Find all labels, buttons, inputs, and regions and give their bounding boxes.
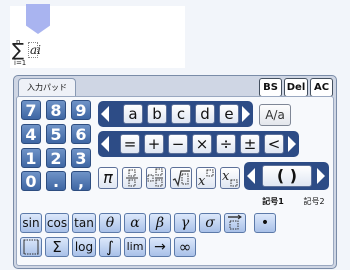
key-log[interactable]: log [72,237,96,257]
key-0[interactable]: 0 [21,171,41,191]
key-comma[interactable]: , [71,171,91,191]
key-equals[interactable]: = [120,134,140,154]
key-6[interactable]: 6 [71,124,91,144]
key-alpha[interactable]: α [124,213,146,233]
overline-template-icon[interactable] [224,213,246,233]
backspace-button[interactable]: BS [259,78,282,97]
operators-right-arrow-icon[interactable] [288,136,296,152]
sum-lower-limit: i=1 [14,59,27,67]
key-e[interactable]: e [219,104,239,124]
letters-left-arrow-icon[interactable] [101,106,109,122]
sum-symbol: ∑ [12,40,25,61]
key-2[interactable]: 2 [46,148,66,168]
key-theta[interactable]: θ [99,213,121,233]
key-plus[interactable]: + [144,134,164,154]
svg-text:x: x [222,169,230,184]
key-b[interactable]: b [147,104,167,124]
key-pi[interactable]: π [98,167,118,189]
key-minus[interactable]: − [168,134,188,154]
cursor-marker-icon [26,4,50,34]
square-root-template-icon[interactable] [170,167,192,189]
key-limit[interactable]: lim [124,237,146,257]
parentheses-right-arrow-icon[interactable] [317,168,325,184]
letters-right-arrow-icon[interactable] [242,106,250,122]
key-beta[interactable]: β [149,213,171,233]
power-template-icon[interactable]: x [196,167,216,189]
key-infinity[interactable]: ∞ [174,237,196,257]
case-toggle-button[interactable]: A/a [259,104,291,126]
key-tan[interactable]: tan [72,213,96,233]
key-5[interactable]: 5 [46,124,66,144]
key-integral[interactable]: ∫ [99,237,121,257]
key-9[interactable]: 9 [71,100,91,120]
key-4[interactable]: 4 [21,124,41,144]
dot-key[interactable]: • [254,213,276,233]
key-cos[interactable]: cos [45,213,69,233]
sum-body: ai [30,43,41,57]
fraction-template-icon[interactable] [122,167,142,189]
key-sin[interactable]: sin [20,213,42,233]
key-7[interactable]: 7 [21,100,41,120]
key-summation[interactable]: Σ [45,237,69,257]
svg-text:x: x [198,174,206,188]
expression-editor[interactable]: n ∑ ai i=1 [10,4,185,68]
tab-input-pad[interactable]: 入力パッド [18,78,76,97]
key-sigma[interactable]: σ [199,213,221,233]
mixed-fraction-template-icon[interactable] [146,167,166,189]
parentheses-left-arrow-icon[interactable] [247,168,255,184]
key-c[interactable]: c [171,104,191,124]
all-clear-button[interactable]: AC [310,78,333,97]
operators-left-arrow-icon[interactable] [101,136,109,152]
subscript-template-icon[interactable]: x [220,167,240,189]
matrix-template-icon[interactable] [20,237,42,257]
summation-expression[interactable]: n ∑ ai i=1 [12,38,72,68]
tab-symbols-1[interactable]: 記号1 [258,195,288,209]
key-multiply[interactable]: × [192,134,212,154]
key-d[interactable]: d [195,104,215,124]
key-1[interactable]: 1 [21,148,41,168]
key-decimal[interactable]: . [46,171,66,191]
key-a[interactable]: a [123,104,143,124]
key-gamma[interactable]: γ [174,213,196,233]
tab-symbols-2[interactable]: 記号2 [298,195,330,209]
key-parentheses[interactable]: ( ) [262,165,312,187]
key-divide[interactable]: ÷ [216,134,236,154]
key-8[interactable]: 8 [46,100,66,120]
key-less-than[interactable]: < [264,134,284,154]
key-arrow[interactable]: → [149,237,171,257]
delete-button[interactable]: Del [284,78,308,97]
key-3[interactable]: 3 [71,148,91,168]
key-plus-minus[interactable]: ± [240,134,260,154]
